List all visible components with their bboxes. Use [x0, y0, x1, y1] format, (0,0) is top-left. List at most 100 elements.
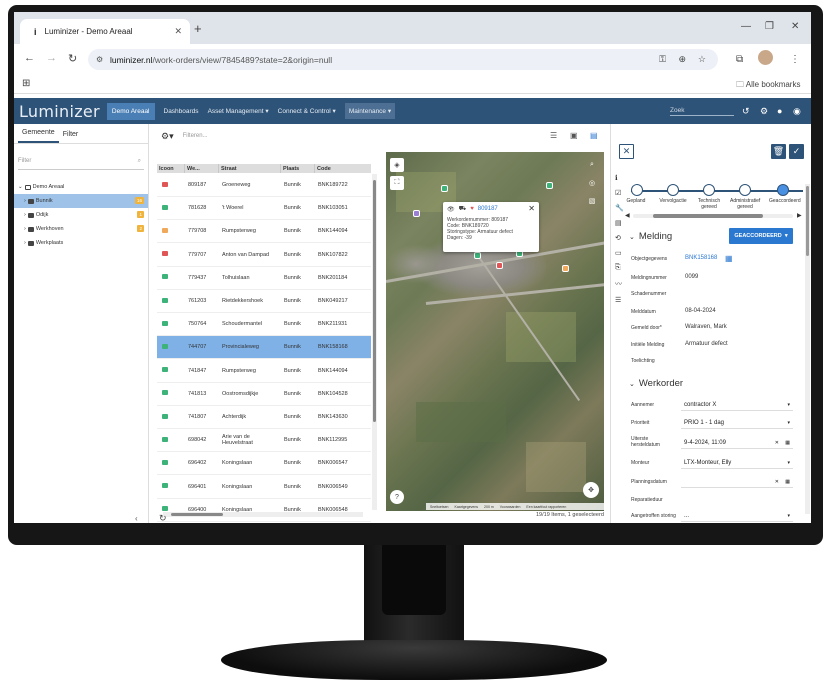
calendar-icon[interactable]: ▦ [785, 440, 790, 446]
areal-selector[interactable]: Demo Areaal [106, 102, 155, 120]
clear-icon[interactable]: ✕ [775, 440, 779, 446]
table-row[interactable]: 744707 Provincialeweg Bunnik BNK158168 [157, 336, 371, 360]
grid-settings-gear-icon[interactable]: ⚙▾ [161, 131, 174, 142]
maximize-icon[interactable]: ❐ [765, 21, 774, 32]
user-icon[interactable]: ● [777, 106, 782, 116]
browser-tab[interactable]: i Luminizer - Demo Areaal ✕ [20, 19, 190, 44]
password-key-icon[interactable]: ⚿ [659, 54, 666, 65]
steps-scrollbar[interactable] [633, 214, 793, 218]
close-window-icon[interactable]: ✕ [791, 21, 799, 32]
settings-gear-icon[interactable]: ⚙ [760, 106, 768, 117]
tree-item-werkhoven[interactable]: › Werkhoven 2 [14, 222, 148, 236]
hersteldatum-input[interactable]: 9-4-2024, 11:09 ✕ ▦ [681, 437, 793, 449]
split-view-icon[interactable]: ▤ [590, 131, 598, 140]
reload-icon[interactable]: ↻ [68, 52, 77, 65]
forward-icon[interactable]: → [46, 52, 57, 64]
browser-menu-icon[interactable]: ⋮ [790, 54, 800, 65]
planningsdatum-input[interactable]: ✕ ▦ [681, 476, 793, 488]
step-administratief-gereed[interactable] [739, 184, 751, 196]
col-plaats[interactable]: Plaats [281, 164, 315, 173]
grid-horizontal-scrollbar[interactable] [163, 512, 363, 517]
help-icon[interactable]: ? [390, 490, 404, 504]
new-tab-button[interactable]: + [194, 21, 202, 36]
tab-gemeente[interactable]: Gemeente [18, 129, 59, 143]
minimize-icon[interactable]: — [741, 21, 751, 32]
table-row[interactable]: 741807 Achterdijk Bunnik BNK143630 [157, 406, 371, 429]
step-gepland[interactable] [631, 184, 643, 196]
map-marker[interactable] [474, 252, 481, 259]
map-marker[interactable] [413, 210, 420, 217]
table-row[interactable]: 761203 Rietdekkershoek Bunnik BNK049217 [157, 290, 371, 313]
history-icon[interactable]: ⟲ [615, 234, 625, 242]
table-row[interactable]: 750764 Schoudermantel Bunnik BNK211931 [157, 313, 371, 337]
document-icon[interactable]: ▤ [615, 219, 625, 227]
apps-grid-icon[interactable]: ⊞ [22, 78, 30, 89]
calendar-icon[interactable]: ▦ [785, 479, 790, 485]
table-row[interactable]: 781628 't Woerel Bunnik BNK103051 [157, 197, 371, 221]
comment-icon[interactable]: ▭ [615, 249, 625, 257]
map-marker[interactable] [562, 265, 569, 272]
tree-filter-input[interactable]: Filter ⌕ [18, 158, 144, 170]
history-icon[interactable]: ↺ [742, 106, 750, 117]
col-code[interactable]: Code [315, 164, 371, 173]
profile-avatar[interactable] [758, 50, 773, 65]
measure-icon[interactable]: ▧ [585, 194, 599, 208]
tree-item-bunnik[interactable]: › Bunnik 16 [14, 194, 148, 208]
table-row[interactable]: 696402 Koningslaan Bunnik BNK006547 [157, 452, 371, 476]
tree-item-demo-areaal[interactable]: ⌄ Demo Areaal [14, 180, 148, 194]
map-marker[interactable] [441, 185, 448, 192]
aannemer-select[interactable]: contractor X ▾ [681, 399, 793, 411]
table-row[interactable]: 741813 Oostromsdijkje Bunnik BNK104528 [157, 383, 371, 406]
calendar-icon[interactable]: ▦ [725, 254, 733, 263]
scroll-left-icon[interactable]: ◀ [625, 212, 630, 219]
list-icon[interactable]: ☰ [615, 296, 625, 304]
clear-icon[interactable]: ✕ [775, 479, 779, 485]
checklist-icon[interactable]: ☑ [615, 189, 625, 197]
layers-icon[interactable]: ◈ [390, 158, 404, 172]
all-bookmarks[interactable]: 🗀 Alle bookmarks [736, 79, 800, 93]
close-tab-icon[interactable]: ✕ [174, 26, 182, 37]
grid-filter-input[interactable]: Filteren... [183, 133, 208, 139]
status-geaccordeerd-button[interactable]: GEACCORDEERD ▾ [729, 228, 793, 244]
table-row[interactable]: 696400 Koningslaan Bunnik BNK006548 [157, 499, 371, 522]
refresh-icon[interactable]: ↻ [159, 513, 167, 523]
collapse-panel-icon[interactable]: ‹ [135, 514, 138, 523]
map-marker[interactable] [496, 262, 503, 269]
extensions-icon[interactable]: ⧉ [736, 54, 743, 65]
monteur-select[interactable]: LTX-Monteur, Elly ▾ [681, 457, 793, 469]
step-vervolgactie[interactable] [667, 184, 679, 196]
address-bar[interactable]: ⚙ luminizer.nl/work-orders/view/7845489?… [88, 49, 718, 70]
table-row[interactable]: 698042 Arie van de Heuvelstraat Bunnik BNK1… [157, 429, 371, 453]
scroll-right-icon[interactable]: ▶ [797, 212, 802, 219]
table-row[interactable]: 696401 Koningslaan Bunnik BNK006549 [157, 476, 371, 499]
step-geaccordeerd[interactable] [777, 184, 789, 196]
tree-item-odijk[interactable]: › Odijk 1 [14, 208, 148, 222]
close-detail-icon[interactable]: ✕ [619, 144, 634, 159]
attachment-icon[interactable]: ⎘ [615, 264, 625, 272]
locate-icon[interactable]: ◎ [585, 176, 599, 190]
car-icon[interactable]: ⛟ [459, 205, 467, 213]
table-row[interactable]: 779708 Rumpsterweg Bunnik BNK144094 [157, 220, 371, 244]
wrench-icon[interactable]: 🔧 [615, 204, 625, 212]
tab-filter[interactable]: Filter [59, 131, 83, 143]
section-werkorder[interactable]: ⌄ Werkorder [629, 378, 683, 389]
col-straat[interactable]: Straat [219, 164, 281, 173]
list-view-icon[interactable]: ☰ [550, 131, 557, 140]
bookmark-star-icon[interactable]: ☆ [698, 54, 706, 65]
map-marker[interactable] [546, 182, 553, 189]
close-popup-icon[interactable]: ✕ [528, 204, 535, 213]
table-row[interactable]: 779707 Anton van Dampad Bunnik BNK107822 [157, 244, 371, 267]
map-search-icon[interactable]: ⌕ [585, 158, 599, 172]
menu-maintenance[interactable]: Maintenance ▾ [344, 103, 396, 119]
table-row[interactable]: 809187 Groeneweg Bunnik BNK189722 [157, 174, 371, 197]
menu-dashboards[interactable]: Dashboards [164, 108, 199, 115]
grid-vertical-scrollbar[interactable] [372, 174, 377, 510]
prioriteit-select[interactable]: PRIO 1 - 1 dag ▾ [681, 417, 793, 429]
object-link[interactable]: BNK158168 [685, 255, 717, 261]
menu-asset-management[interactable]: Asset Management ▾ [208, 107, 269, 115]
global-search-input[interactable]: Zoek [670, 107, 734, 116]
tree-item-werkplaats[interactable]: › Werkplaats [14, 236, 148, 250]
menu-connect-control[interactable]: Connect & Control ▾ [278, 107, 336, 115]
step-technisch-gereed[interactable] [703, 184, 715, 196]
table-row[interactable]: 741847 Rumpsterweg Bunnik BNK144094 [157, 360, 371, 383]
